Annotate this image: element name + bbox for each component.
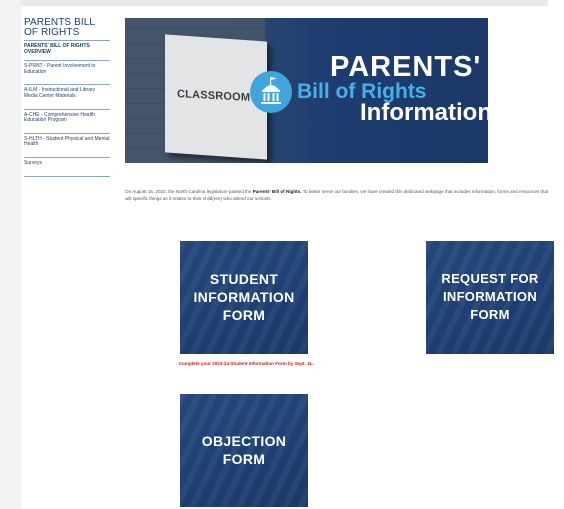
capitol-icon — [250, 71, 292, 113]
hero-title-information: Information — [360, 99, 488, 126]
sidebar-item-parent-involvement[interactable]: S-PRNT - Parent Involvement in Education — [24, 60, 110, 84]
card-label: OBJECTION FORM — [201, 433, 287, 467]
top-strip — [0, 0, 548, 6]
sidebar-item-health-education[interactable]: A-CHE - Comprehensive Health Education P… — [24, 108, 110, 133]
objection-form-card[interactable]: OBJECTION FORM — [180, 394, 308, 507]
intro-bold-text: Parents' Bill of Rights. — [252, 188, 302, 194]
hero-banner: CLASSROOM PARENTS' Bill of Rights Inform… — [125, 18, 488, 163]
intro-text-before: On August 15, 2023, the North Carolina l… — [125, 188, 253, 194]
sidebar-title: PARENTS BILL OF RIGHTS — [24, 17, 95, 38]
deadline-note: Complete your 2023-24 Student Informatio… — [178, 361, 314, 366]
sidebar-item-library-media[interactable]: A-ILM - Instructional and Library Media … — [24, 84, 110, 108]
student-information-form-card[interactable]: STUDENT INFORMATION FORM — [180, 241, 308, 354]
left-gutter — [0, 0, 21, 509]
sidebar-item-physical-mental-health[interactable]: S-HLTH - Student Physical and Mental Hea… — [24, 132, 110, 157]
sidebar-item-surveys[interactable]: Surveys — [24, 156, 110, 177]
card-label: STUDENT INFORMATION FORM — [193, 271, 295, 323]
sidebar-item-overview[interactable]: PARENTS' BILL OF RIGHTS OVERVIEW — [24, 40, 110, 60]
intro-paragraph: On August 15, 2023, the North Carolina l… — [125, 188, 555, 202]
card-label: REQUEST FOR INFORMATION FORM — [441, 271, 539, 322]
request-for-information-form-card[interactable]: REQUEST FOR INFORMATION FORM — [426, 241, 554, 354]
sidebar-nav: PARENTS BILL OF RIGHTS PARENTS' BILL OF … — [24, 18, 110, 177]
